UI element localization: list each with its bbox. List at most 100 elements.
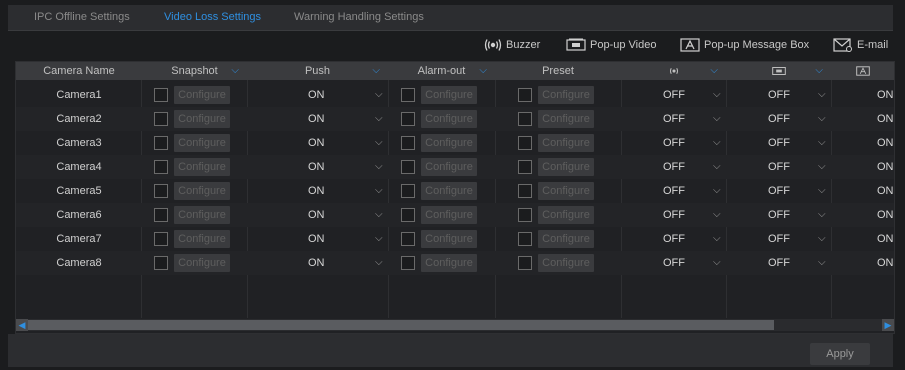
alarm-out-configure-button[interactable]: Configure (421, 182, 477, 200)
apply-button[interactable]: Apply (810, 343, 870, 365)
tab-ipc-offline-settings[interactable]: IPC Offline Settings (34, 11, 130, 23)
header-push[interactable]: Push ⌵ (247, 62, 388, 80)
buzzer-select[interactable]: OFF ⌵ (621, 203, 726, 227)
preset-configure-button[interactable]: Configure (538, 230, 594, 248)
snapshot-configure-button[interactable]: Configure (174, 158, 230, 176)
snapshot-configure-button[interactable]: Configure (174, 134, 230, 152)
chevron-down-icon[interactable]: ⌵ (231, 62, 239, 80)
preset-configure-button[interactable]: Configure (538, 110, 594, 128)
preset-checkbox[interactable] (518, 88, 532, 102)
popup-video-select[interactable]: OFF ⌵ (726, 227, 831, 251)
preset-checkbox[interactable] (518, 232, 532, 246)
push-select[interactable]: ON ⌵ (247, 83, 388, 107)
push-select[interactable]: ON ⌵ (247, 155, 388, 179)
snapshot-configure-button[interactable]: Configure (174, 230, 230, 248)
scroll-right-icon[interactable]: ▶ (882, 319, 894, 331)
snapshot-checkbox[interactable] (154, 208, 168, 222)
snapshot-configure-button[interactable]: Configure (174, 182, 230, 200)
snapshot-checkbox[interactable] (154, 136, 168, 150)
alarm-out-checkbox[interactable] (401, 112, 415, 126)
preset-configure-button[interactable]: Configure (538, 86, 594, 104)
popup-message-select[interactable]: ON (831, 131, 894, 155)
alarm-out-checkbox[interactable] (401, 88, 415, 102)
preset-configure-button[interactable]: Configure (538, 134, 594, 152)
alarm-out-checkbox[interactable] (401, 160, 415, 174)
alarm-out-configure-button[interactable]: Configure (421, 86, 477, 104)
buzzer-select[interactable]: OFF ⌵ (621, 179, 726, 203)
popup-message-select[interactable]: ON (831, 227, 894, 251)
alarm-out-configure-button[interactable]: Configure (421, 158, 477, 176)
snapshot-checkbox[interactable] (154, 160, 168, 174)
snapshot-checkbox[interactable] (154, 112, 168, 126)
tab-video-loss-settings[interactable]: Video Loss Settings (164, 11, 261, 23)
preset-checkbox[interactable] (518, 184, 532, 198)
popup-message-select[interactable]: ON (831, 107, 894, 131)
header-popup-message[interactable] (831, 62, 894, 80)
alarm-out-checkbox[interactable] (401, 184, 415, 198)
push-select[interactable]: ON ⌵ (247, 131, 388, 155)
push-select[interactable]: ON ⌵ (247, 227, 388, 251)
alarm-out-checkbox[interactable] (401, 256, 415, 270)
alarm-out-configure-button[interactable]: Configure (421, 206, 477, 224)
header-popup-video[interactable]: ⌵ (726, 62, 831, 80)
popup-video-select[interactable]: OFF ⌵ (726, 179, 831, 203)
push-select[interactable]: ON ⌵ (247, 179, 388, 203)
popup-video-select[interactable]: OFF ⌵ (726, 203, 831, 227)
popup-message-select[interactable]: ON (831, 155, 894, 179)
push-select[interactable]: ON ⌵ (247, 251, 388, 275)
popup-message-select[interactable]: ON (831, 83, 894, 107)
chevron-down-icon: ⌵ (713, 113, 721, 124)
popup-message-select[interactable]: ON (831, 179, 894, 203)
alarm-out-checkbox[interactable] (401, 232, 415, 246)
alarm-out-configure-button[interactable]: Configure (421, 230, 477, 248)
buzzer-select[interactable]: OFF ⌵ (621, 131, 726, 155)
alarm-out-checkbox[interactable] (401, 136, 415, 150)
popup-video-select[interactable]: OFF ⌵ (726, 83, 831, 107)
header-buzzer[interactable]: ⌵ (621, 62, 726, 80)
popup-message-select[interactable]: ON (831, 251, 894, 275)
snapshot-configure-button[interactable]: Configure (174, 254, 230, 272)
chevron-down-icon[interactable]: ⌵ (815, 62, 823, 80)
chevron-down-icon[interactable]: ⌵ (710, 62, 718, 80)
horizontal-scrollbar[interactable]: ◀ ▶ (16, 319, 894, 331)
buzzer-select[interactable]: OFF ⌵ (621, 155, 726, 179)
snapshot-configure-button[interactable]: Configure (174, 110, 230, 128)
preset-checkbox[interactable] (518, 208, 532, 222)
buzzer-select[interactable]: OFF ⌵ (621, 251, 726, 275)
popup-video-select[interactable]: OFF ⌵ (726, 251, 831, 275)
buzzer-select[interactable]: OFF ⌵ (621, 83, 726, 107)
tab-warning-handling-settings[interactable]: Warning Handling Settings (294, 11, 424, 23)
popup-video-select[interactable]: OFF ⌵ (726, 155, 831, 179)
preset-configure-button[interactable]: Configure (538, 158, 594, 176)
alarm-out-configure-button[interactable]: Configure (421, 134, 477, 152)
alarm-out-configure-button[interactable]: Configure (421, 254, 477, 272)
scrollbar-thumb[interactable] (28, 320, 774, 330)
push-select[interactable]: ON ⌵ (247, 203, 388, 227)
popup-video-select[interactable]: OFF ⌵ (726, 107, 831, 131)
header-alarm-out[interactable]: Alarm-out ⌵ (388, 62, 495, 80)
preset-checkbox[interactable] (518, 256, 532, 270)
preset-checkbox[interactable] (518, 160, 532, 174)
header-snapshot[interactable]: Snapshot ⌵ (142, 62, 247, 80)
chevron-down-icon[interactable]: ⌵ (479, 62, 487, 80)
preset-configure-button[interactable]: Configure (538, 182, 594, 200)
buzzer-select[interactable]: OFF ⌵ (621, 107, 726, 131)
snapshot-configure-button[interactable]: Configure (174, 86, 230, 104)
buzzer-select[interactable]: OFF ⌵ (621, 227, 726, 251)
preset-checkbox[interactable] (518, 136, 532, 150)
preset-configure-button[interactable]: Configure (538, 206, 594, 224)
snapshot-checkbox[interactable] (154, 256, 168, 270)
scroll-left-icon[interactable]: ◀ (16, 319, 28, 331)
snapshot-configure-button[interactable]: Configure (174, 206, 230, 224)
snapshot-checkbox[interactable] (154, 232, 168, 246)
snapshot-checkbox[interactable] (154, 184, 168, 198)
alarm-out-configure-button[interactable]: Configure (421, 110, 477, 128)
push-select[interactable]: ON ⌵ (247, 107, 388, 131)
preset-checkbox[interactable] (518, 112, 532, 126)
preset-configure-button[interactable]: Configure (538, 254, 594, 272)
popup-message-select[interactable]: ON (831, 203, 894, 227)
popup-video-select[interactable]: OFF ⌵ (726, 131, 831, 155)
snapshot-checkbox[interactable] (154, 88, 168, 102)
chevron-down-icon[interactable]: ⌵ (372, 62, 380, 80)
alarm-out-checkbox[interactable] (401, 208, 415, 222)
